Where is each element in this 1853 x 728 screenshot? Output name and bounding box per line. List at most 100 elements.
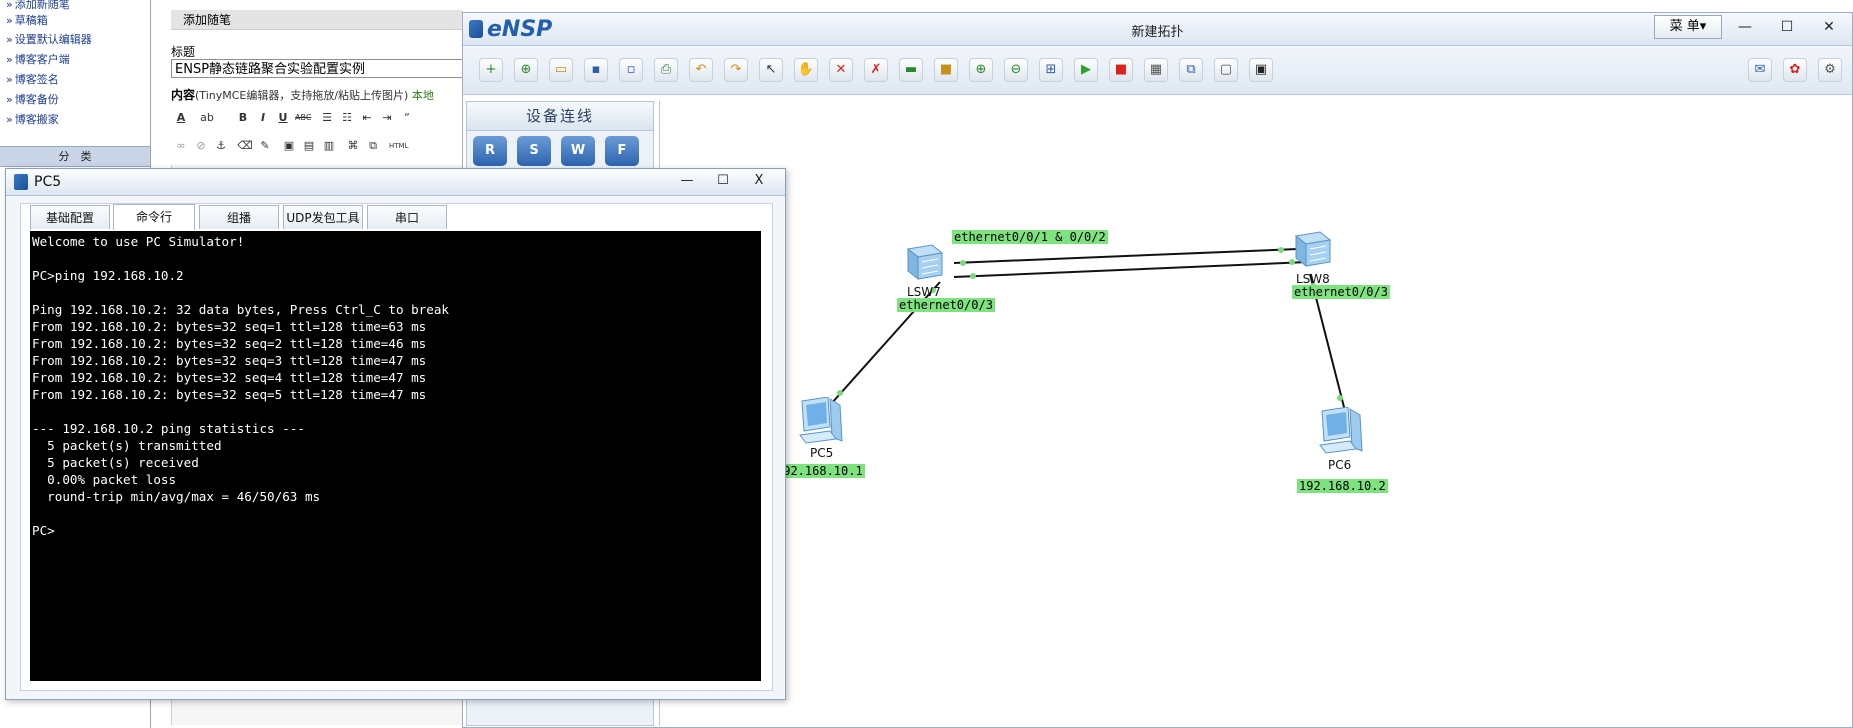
indent-icon[interactable]: ⇥ <box>379 110 395 126</box>
link-label-lsw8-pc6: ethernet0/0/3 <box>1292 285 1390 299</box>
sidebar-link-client[interactable]: 博客客户端 <box>6 51 70 67</box>
fit-icon[interactable]: ⊞ <box>1039 58 1063 82</box>
terminal-line: From 192.168.10.2: bytes=32 seq=5 ttl=12… <box>32 387 427 402</box>
code-icon[interactable]: ⌘ <box>345 138 361 154</box>
zoom-out-icon[interactable]: ⊖ <box>1004 58 1028 82</box>
unlink-icon[interactable]: ⊘ <box>193 138 209 154</box>
tab-command-line[interactable]: 命令行 <box>113 204 195 230</box>
pc5-titlebar: PC5 — ☐ X <box>6 169 785 196</box>
save-as-icon[interactable]: ▫ <box>619 58 643 82</box>
sidebar-link-signature[interactable]: 博客签名 <box>6 71 59 87</box>
sidebar-link-drafts[interactable]: 草稿箱 <box>6 12 48 28</box>
link-trunk-2[interactable] <box>953 261 1309 278</box>
firewall-icon[interactable]: F <box>605 136 639 166</box>
sidebar-link-move[interactable]: 博客搬家 <box>6 111 59 127</box>
start-icon[interactable]: ▶ <box>1074 58 1098 82</box>
switch-lsw7[interactable] <box>902 243 944 283</box>
upload-image-icon[interactable]: ▤ <box>301 138 317 154</box>
menu-button[interactable]: 菜 单▾ <box>1654 15 1722 39</box>
switch-lsw8[interactable] <box>1290 230 1332 270</box>
ensp-titlebar: eNSP 新建拓扑 菜 单▾ — ☐ ✕ <box>463 13 1852 46</box>
new-lab-icon[interactable]: ⊕ <box>514 58 538 82</box>
redo-icon[interactable]: ↷ <box>724 58 748 82</box>
tab-basic-config[interactable]: 基础配置 <box>30 205 110 229</box>
undo-icon[interactable]: ↶ <box>689 58 713 82</box>
huawei-icon[interactable]: ✿ <box>1783 58 1807 82</box>
bullet-list-icon[interactable]: ☰ <box>319 110 335 126</box>
panel-icon[interactable]: ▢ <box>1214 58 1238 82</box>
print-icon[interactable]: ⎙ <box>654 58 678 82</box>
settings-icon[interactable]: ⚙ <box>1818 58 1842 82</box>
terminal-line: PC>ping 192.168.10.2 <box>32 268 184 283</box>
pc-node-pc5[interactable] <box>796 396 846 449</box>
cleanup-icon[interactable]: ✎ <box>257 138 273 154</box>
pc-node-pc6[interactable] <box>1316 406 1366 459</box>
content-label: 内容(TinyMCE编辑器，支持拖放/粘贴上传图片) 本地 <box>171 86 434 103</box>
strikethrough-icon[interactable]: ABC <box>295 110 311 126</box>
bold-icon[interactable]: B <box>235 110 251 126</box>
window-title: 新建拓扑 <box>1131 25 1184 40</box>
category-header: 分 类 <box>0 146 150 167</box>
switch-category-icon[interactable]: S <box>517 136 551 166</box>
stop-icon[interactable]: ■ <box>1109 58 1133 82</box>
minimize-button[interactable]: — <box>1724 15 1766 39</box>
image-icon[interactable]: ▣ <box>281 138 297 154</box>
zoom-in-icon[interactable]: ⊕ <box>969 58 993 82</box>
port-dot <box>1278 247 1284 253</box>
maximize-button[interactable]: ☐ <box>1766 15 1808 39</box>
highlight-icon[interactable]: ab <box>199 110 215 126</box>
clear-format-icon[interactable]: ⌫ <box>237 138 253 154</box>
link-trunk-1[interactable] <box>953 248 1299 264</box>
insert-code-icon[interactable]: ⧉ <box>365 138 381 154</box>
topology-canvas[interactable]: LSW7 LSW8 PC5 PC6 ethernet0/0/1 & 0/0/2 … <box>659 101 1850 726</box>
port-dot <box>1337 395 1343 401</box>
new-topology-icon[interactable]: + <box>479 58 503 82</box>
media-icon[interactable]: ▥ <box>321 138 337 154</box>
chat-icon[interactable]: ✉ <box>1748 58 1772 82</box>
pc5-maximize-button[interactable]: ☐ <box>707 171 739 191</box>
topology-icon[interactable]: ⧉ <box>1179 58 1203 82</box>
terminal-line: From 192.168.10.2: bytes=32 seq=3 ttl=12… <box>32 353 427 368</box>
terminal-line: --- 192.168.10.2 ping statistics --- <box>32 421 305 436</box>
link-label-lsw7-pc5: ethernet0/0/3 <box>897 298 995 312</box>
italic-icon[interactable]: I <box>255 110 271 126</box>
pc5-minimize-button[interactable]: — <box>671 171 703 191</box>
number-list-icon[interactable]: ☷ <box>339 110 355 126</box>
sidebar-link-backup[interactable]: 博客备份 <box>6 91 59 107</box>
tab-udp-tool[interactable]: UDP发包工具 <box>283 205 363 229</box>
blockquote-icon[interactable]: “ <box>399 110 415 126</box>
underline-icon[interactable]: U <box>275 110 291 126</box>
title-input[interactable]: ENSP静态链路聚合实验配置实例 <box>171 59 471 78</box>
anchor-icon[interactable]: ⚓ <box>213 138 229 154</box>
html-icon[interactable]: HTML <box>389 138 408 154</box>
open-icon[interactable]: ▭ <box>549 58 573 82</box>
local-upload-link[interactable]: 本地 <box>412 89 434 102</box>
pc5-close-button[interactable]: X <box>743 171 775 191</box>
pan-icon[interactable]: ✋ <box>794 58 818 82</box>
rectangle-icon[interactable]: ■ <box>934 58 958 82</box>
select-icon[interactable]: ↖ <box>759 58 783 82</box>
font-color-icon[interactable]: A <box>173 110 189 126</box>
tab-multicast[interactable]: 组播 <box>199 205 279 229</box>
link-icon[interactable]: ∞ <box>173 138 189 154</box>
ensp-app-icon <box>14 174 28 190</box>
terminal[interactable]: Welcome to use PC Simulator! PC>ping 192… <box>30 231 761 681</box>
save-icon[interactable]: ▪ <box>584 58 608 82</box>
outdent-icon[interactable]: ⇤ <box>359 110 375 126</box>
router-icon[interactable]: R <box>473 136 507 166</box>
switch-icon <box>1294 231 1332 268</box>
capture-icon[interactable]: ▦ <box>1144 58 1168 82</box>
editor-toolbar-row2: ∞ ⊘ ⚓ ⌫ ✎ ▣ ▤ ▥ ⌘ ⧉ HTML <box>171 138 471 160</box>
wireless-icon[interactable]: W <box>561 136 595 166</box>
tab-serial[interactable]: 串口 <box>367 205 447 229</box>
text-icon[interactable]: ▬ <box>899 58 923 82</box>
screenshot-icon[interactable]: ▣ <box>1249 58 1273 82</box>
sidebar-link-default-editor[interactable]: 设置默认编辑器 <box>6 31 92 47</box>
delete-icon[interactable]: ✕ <box>829 58 853 82</box>
sidebar-link-new-post[interactable]: 添加新随笔 <box>6 0 70 12</box>
pc5-window: PC5 — ☐ X 基础配置 命令行 组播 UDP发包工具 串口 Welcome… <box>5 168 786 700</box>
close-button[interactable]: ✕ <box>1808 15 1850 39</box>
delete-link-icon[interactable]: ✗ <box>864 58 888 82</box>
